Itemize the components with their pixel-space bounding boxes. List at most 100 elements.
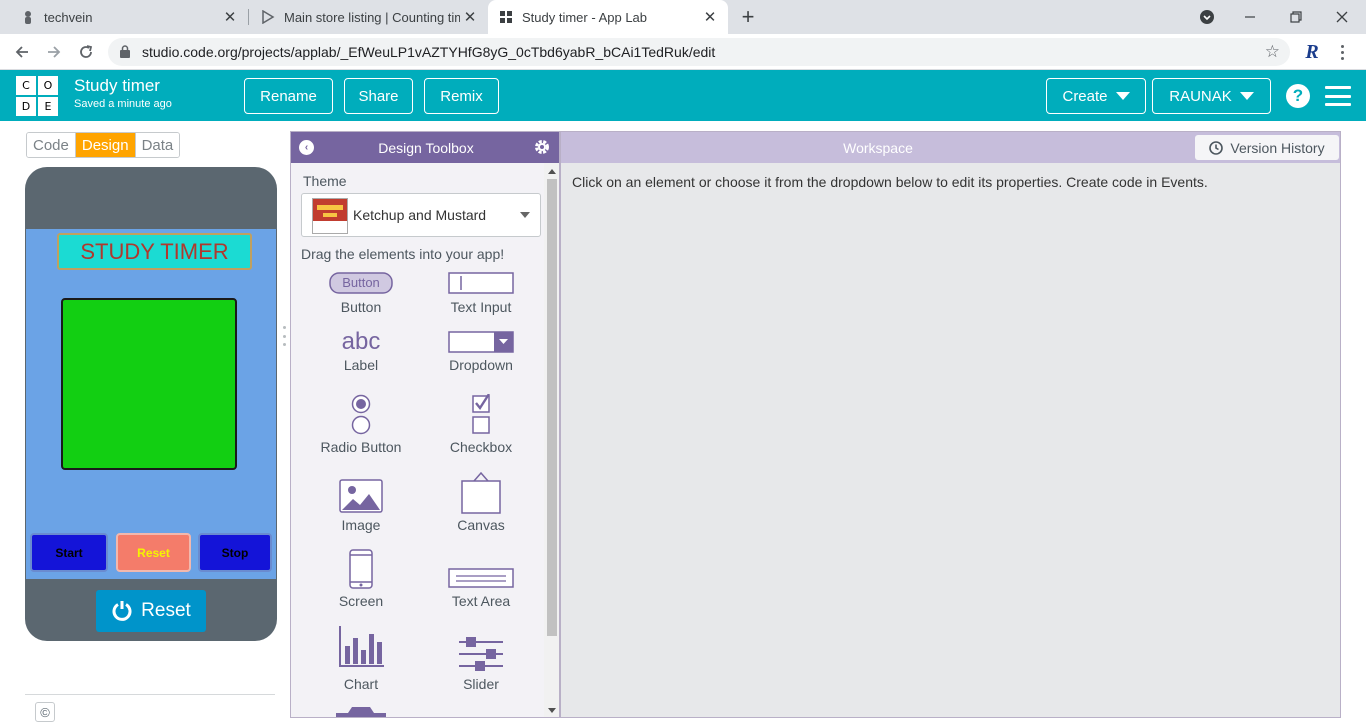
toolbox-dropdown-item[interactable]: Dropdown	[426, 328, 536, 378]
tab-search-icon[interactable]	[1195, 5, 1219, 29]
version-history-button[interactable]: Version History	[1195, 135, 1339, 160]
scroll-down-icon[interactable]	[548, 708, 556, 713]
scrollbar-thumb[interactable]	[547, 179, 557, 636]
code-design-data-toggle: Code Design Data	[26, 132, 181, 158]
browser-tab-techvein[interactable]: techvein ✕	[0, 0, 248, 34]
radio-button-icon	[351, 394, 371, 435]
resize-handle[interactable]	[281, 326, 287, 346]
tool-label: Image	[341, 517, 381, 533]
gear-icon[interactable]	[533, 138, 551, 156]
close-icon[interactable]: ✕	[460, 7, 480, 27]
button-preview-text: Button	[342, 275, 380, 290]
mode-design-tab[interactable]: Design	[75, 133, 136, 157]
checkbox-icon	[472, 394, 491, 434]
tool-label: Slider	[463, 676, 499, 692]
toolbox-scrollbar[interactable]	[544, 163, 559, 717]
scroll-up-icon[interactable]	[548, 169, 556, 174]
run-reset-button[interactable]: Reset	[96, 590, 206, 632]
toolbox-header: ‹ Design Toolbox	[291, 132, 559, 163]
toolbox-label-item[interactable]: abc Label	[306, 328, 416, 378]
dropdown-element-icon	[448, 331, 514, 353]
forward-arrow-icon[interactable]	[42, 40, 66, 64]
url-field[interactable]: studio.code.org/projects/applab/_EfWeuLP…	[108, 38, 1290, 66]
browser-tab-study-timer[interactable]: Study timer - App Lab ✕	[488, 0, 728, 34]
workspace-hint: Click on an element or choose it from th…	[572, 174, 1208, 190]
app-reset-button[interactable]: Reset	[116, 533, 191, 572]
app-title-label[interactable]: STUDY TIMER	[57, 233, 252, 270]
reload-icon[interactable]	[74, 40, 98, 64]
close-icon[interactable]: ✕	[220, 7, 240, 27]
help-icon[interactable]: ?	[1286, 84, 1310, 108]
lock-icon	[120, 45, 130, 58]
restore-icon[interactable]	[1284, 5, 1308, 29]
toolbox-text-input-item[interactable]: Text Input	[426, 272, 536, 322]
caret-down-icon	[1115, 92, 1130, 100]
text-input-icon	[448, 272, 514, 294]
toolbox-slider-item[interactable]: Slider	[426, 637, 536, 694]
logo-letter: D	[16, 97, 36, 116]
close-icon[interactable]: ✕	[700, 7, 720, 27]
reset-arrow-icon	[112, 601, 132, 621]
tool-label: Screen	[338, 593, 384, 609]
logo-letter: C	[16, 76, 36, 95]
theme-dropdown[interactable]: Ketchup and Mustard	[301, 193, 541, 237]
tab-title: Study timer - App Lab	[522, 9, 648, 25]
toolbox-radio-button-item[interactable]: Radio Button	[306, 394, 416, 456]
save-status: Saved a minute ago	[74, 98, 172, 110]
browser-tab-strip: techvein ✕ Main store listing | Counting…	[0, 0, 1366, 34]
profile-avatar[interactable]: R	[1300, 40, 1324, 64]
tool-label: Text Area	[451, 593, 511, 609]
photo-select-icon[interactable]	[336, 707, 386, 718]
toolbox-image-item[interactable]: Image	[306, 479, 416, 535]
text-area-icon	[448, 568, 514, 588]
workspace-panel: Workspace Version History Click on an el…	[560, 131, 1341, 718]
dropdown-arrow-icon	[520, 212, 530, 218]
window-close-icon[interactable]	[1330, 5, 1354, 29]
app-stop-button[interactable]: Stop	[198, 533, 272, 572]
theme-value: Ketchup and Mustard	[353, 207, 487, 223]
browser-menu-icon[interactable]	[1334, 40, 1350, 64]
screen-phone-icon	[349, 549, 373, 589]
user-name: RAUNAK	[1169, 87, 1232, 105]
tool-label: Label	[343, 357, 379, 373]
code-org-logo[interactable]: C O D E	[16, 76, 58, 116]
copyright-icon[interactable]: ©	[35, 702, 55, 722]
new-tab-plus-icon[interactable]: +	[736, 4, 760, 29]
tool-label: Checkbox	[449, 439, 513, 455]
chart-icon	[339, 626, 384, 667]
label-abc-icon: abc	[341, 328, 381, 355]
share-button[interactable]: Share	[344, 78, 413, 114]
browser-tab-store-listing[interactable]: Main store listing | Counting time ✕	[240, 0, 488, 34]
logo-letter: E	[38, 97, 58, 116]
divider	[25, 694, 275, 695]
bookmark-star-icon[interactable]: ☆	[1265, 42, 1280, 62]
version-history-label: Version History	[1230, 139, 1325, 156]
theme-swatch-icon	[312, 198, 348, 234]
tool-label: Dropdown	[449, 357, 513, 373]
toolbox-screen-item[interactable]: Screen	[306, 549, 416, 611]
hamburger-menu-icon[interactable]	[1325, 86, 1351, 106]
run-reset-label: Reset	[141, 600, 191, 621]
timer-display-box[interactable]	[61, 298, 237, 470]
minimize-icon[interactable]	[1238, 5, 1262, 29]
mode-code-tab[interactable]: Code	[27, 133, 76, 157]
rename-button[interactable]: Rename	[244, 78, 333, 114]
back-arrow-icon[interactable]	[10, 40, 34, 64]
toolbox-chart-item[interactable]: Chart	[306, 626, 416, 694]
create-menu-button[interactable]: Create	[1046, 78, 1146, 114]
drag-hint: Drag the elements into your app!	[301, 246, 505, 262]
tool-label: Radio Button	[320, 439, 402, 455]
tab-title: Main store listing | Counting time	[284, 9, 460, 25]
toolbox-button-item[interactable]: Button Button	[306, 272, 416, 322]
toolbox-checkbox-item[interactable]: Checkbox	[426, 394, 536, 456]
remix-button[interactable]: Remix	[424, 78, 499, 114]
user-menu-button[interactable]: RAUNAK	[1152, 78, 1271, 114]
person-icon	[20, 9, 36, 25]
canvas-icon	[461, 472, 501, 514]
app-start-button[interactable]: Start	[30, 533, 108, 572]
mode-data-tab[interactable]: Data	[135, 133, 180, 157]
tool-label: Chart	[343, 676, 379, 692]
toolbox-text-area-item[interactable]: Text Area	[426, 568, 536, 611]
applab-header: C O D E Study timer Saved a minute ago R…	[0, 70, 1366, 121]
toolbox-canvas-item[interactable]: Canvas	[426, 472, 536, 535]
